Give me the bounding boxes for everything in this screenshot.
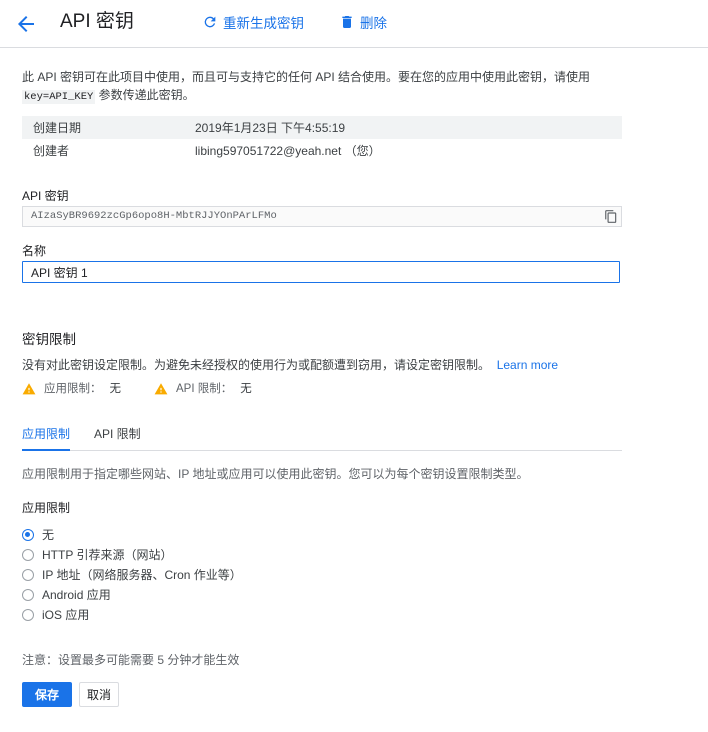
key-restrictions-title: 密钥限制 [22,332,76,347]
intro-text: 此 API 密钥可在此项目中使用，而且可与支持它的任何 API 结合使用。要在您… [22,68,682,106]
copy-icon[interactable] [604,209,618,224]
radio-label: IP 地址（网络服务器、Cron 作业等） [42,568,242,582]
name-input[interactable] [22,261,620,283]
info-row-created-date: 创建日期 2019年1月23日 下午4:55:19 [22,116,622,139]
radio-button[interactable] [22,568,34,581]
regenerate-key-button[interactable]: 重新生成密钥 [202,11,304,33]
warning-icon [22,382,36,394]
restriction-tabs: 应用限制 API 限制 [22,420,622,451]
api-restriction-warning-label: API 限制： [176,383,233,395]
radio-label: Android 应用 [42,588,111,602]
tab-api-restrictions-label: API 限制 [94,427,141,441]
created-date-value: 2019年1月23日 下午4:55:19 [195,121,346,135]
radio-label: HTTP 引荐来源（网站） [42,548,173,562]
intro-line1: 此 API 密钥可在此项目中使用，而且可与支持它的任何 API 结合使用。要在您… [22,70,591,84]
cancel-button[interactable]: 取消 [79,682,119,707]
radio-option-none[interactable]: 无 [22,526,54,543]
page-title: API 密钥 [60,11,134,32]
app-restrictions-description: 应用限制用于指定哪些网站、IP 地址或应用可以使用此密钥。您可以为每个密钥设置限… [22,467,529,481]
name-label: 名称 [22,244,47,258]
api-restriction-warning-value: 无 [240,383,252,395]
intro-line2: 参数传递此密钥。 [95,88,195,102]
refresh-icon [204,16,216,28]
radio-button[interactable] [22,548,34,561]
tab-app-restrictions[interactable]: 应用限制 [22,425,70,442]
tab-api-restrictions[interactable]: API 限制 [94,425,141,442]
info-row-creator: 创建者 libing597051722@yeah.net （您） [22,139,622,162]
radio-label: iOS 应用 [42,608,90,622]
api-restriction-warning: API 限制： 无 [154,380,252,396]
back-arrow-icon[interactable] [14,12,38,36]
api-key-field[interactable]: AIzaSyBR9692zcGp6opo8H-MbtRJJYOnPArLFMo [22,206,622,227]
key-info-table: 创建日期 2019年1月23日 下午4:55:19 创建者 libing5970… [22,116,622,162]
radio-button[interactable] [22,588,34,601]
radio-button[interactable] [22,608,34,621]
active-tab-indicator [22,449,70,451]
app-restriction-warning-value: 无 [109,383,122,395]
delete-button[interactable]: 删除 [339,11,387,33]
intro-code: key=API_KEY [22,90,96,104]
app-restriction-warning: 应用限制： 无 [22,380,121,396]
radio-option-ios[interactable]: iOS 应用 [22,606,89,623]
regenerate-key-label: 重新生成密钥 [223,16,304,31]
creator-label: 创建者 [33,144,70,158]
delete-label: 删除 [360,16,387,31]
warning-icon [154,382,168,394]
radio-option-android[interactable]: Android 应用 [22,586,111,603]
save-button[interactable]: 保存 [22,682,72,707]
radio-option-ip-addresses[interactable]: IP 地址（网络服务器、Cron 作业等） [22,566,242,583]
tab-app-restrictions-label: 应用限制 [22,427,71,441]
radio-label: 无 [42,528,55,542]
api-key-label: API 密钥 [22,189,69,203]
key-restrictions-description: 没有对此密钥设定限制。为避免未经授权的使用行为或配额遭到窃用，请设定密钥限制。 … [22,356,558,373]
creator-value: libing597051722@yeah.net （您） [195,144,381,158]
created-date-label: 创建日期 [33,121,82,135]
api-key-value[interactable]: AIzaSyBR9692zcGp6opo8H-MbtRJJYOnPArLFMo [31,210,277,222]
app-restrictions-group-label: 应用限制 [22,501,71,515]
radio-option-http-referrers[interactable]: HTTP 引荐来源（网站） [22,546,172,563]
restrictions-desc-text: 没有对此密钥设定限制。为避免未经授权的使用行为或配额遭到窃用，请设定密钥限制。 [22,358,491,372]
trash-icon [342,16,352,28]
settings-delay-note: 注意：设置最多可能需要 5 分钟才能生效 [22,653,240,667]
radio-button[interactable] [22,528,34,541]
app-header: API 密钥 重新生成密钥 删除 [0,0,708,48]
app-restriction-warning-label: 应用限制： [44,383,102,395]
learn-more-link[interactable]: Learn more [497,358,558,372]
